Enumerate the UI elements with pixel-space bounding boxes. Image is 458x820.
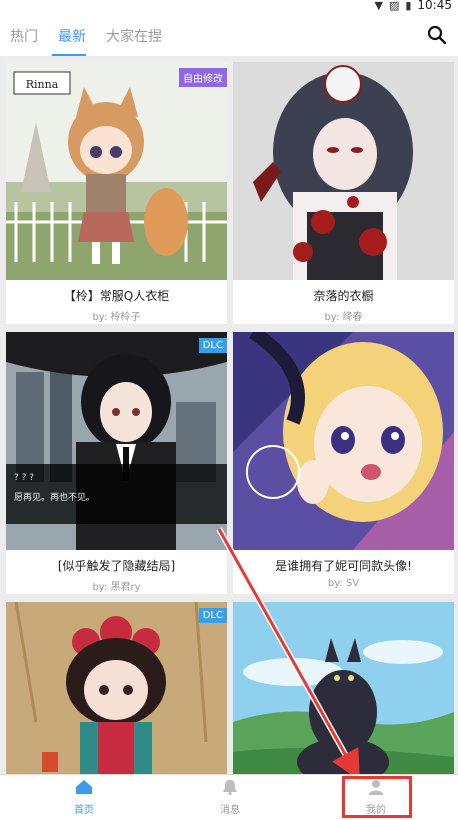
no-sim-icon: ▨	[388, 0, 400, 12]
home-icon	[76, 780, 92, 794]
work-card[interactable]: DLC	[6, 602, 227, 774]
work-card[interactable]: ? ? ? 愿再见。再也不见。 DLC [似乎触发了隐藏结局] by: 黑君ry	[6, 332, 227, 594]
works-grid: Rinna 自由修改 【柃】常服Q人衣柜 by: 柃柃子 奈落的衣橱 by: 绛…	[0, 56, 458, 774]
status-bar: ▼ ▨ ▮ 10:45	[0, 0, 458, 12]
search-icon[interactable]	[426, 24, 448, 46]
status-time: 10:45	[417, 0, 452, 12]
work-thumbnail	[233, 332, 454, 550]
work-thumbnail: DLC	[6, 602, 227, 774]
highlight-box	[342, 776, 412, 818]
work-author: by: SV	[327, 578, 360, 589]
rinna-logo: Rinna	[26, 78, 59, 91]
work-thumbnail: Rinna 自由修改	[6, 62, 227, 280]
dlc-badge: DLC	[198, 608, 227, 623]
work-title: 是谁拥有了妮可同款头像!	[275, 559, 412, 573]
free-edit-badge: 自由修改	[179, 68, 227, 87]
work-title: [似乎触发了隐藏结局]	[57, 559, 176, 573]
tab-everyone-making[interactable]: 大家在捏	[106, 26, 162, 46]
dlc-badge: DLC	[198, 338, 227, 353]
nav-home[interactable]: 首页	[44, 779, 124, 816]
work-card[interactable]: 奈落的衣橱 by: 绛春	[233, 62, 454, 324]
work-card[interactable]	[233, 602, 454, 774]
work-author: by: 黑君ry	[92, 582, 141, 593]
tab-latest[interactable]: 最新	[58, 26, 86, 46]
nav-home-label: 首页	[74, 805, 94, 816]
battery-icon: ▮	[405, 0, 412, 12]
nav-messages-label: 消息	[220, 805, 240, 816]
tab-hot[interactable]: 热门	[10, 26, 38, 46]
dialog-speaker: ? ? ?	[14, 473, 34, 483]
work-author: by: 柃柃子	[92, 312, 141, 323]
work-author: by: 绛春	[324, 312, 363, 323]
work-thumbnail	[233, 602, 454, 774]
work-title: 【柃】常服Q人衣柜	[63, 289, 170, 303]
work-thumbnail: ? ? ? 愿再见。再也不见。 DLC	[6, 332, 227, 550]
top-tab-bar: 热门 最新 大家在捏	[0, 12, 458, 56]
work-thumbnail	[233, 62, 454, 280]
wifi-icon: ▼	[374, 0, 383, 12]
nav-messages[interactable]: 消息	[190, 779, 270, 816]
work-card[interactable]: 是谁拥有了妮可同款头像! by: SV	[233, 332, 454, 594]
work-card[interactable]: Rinna 自由修改 【柃】常服Q人衣柜 by: 柃柃子	[6, 62, 227, 324]
work-title: 奈落的衣橱	[313, 289, 374, 303]
dialog-line: 愿再见。再也不见。	[14, 491, 95, 503]
bell-icon	[223, 780, 237, 796]
